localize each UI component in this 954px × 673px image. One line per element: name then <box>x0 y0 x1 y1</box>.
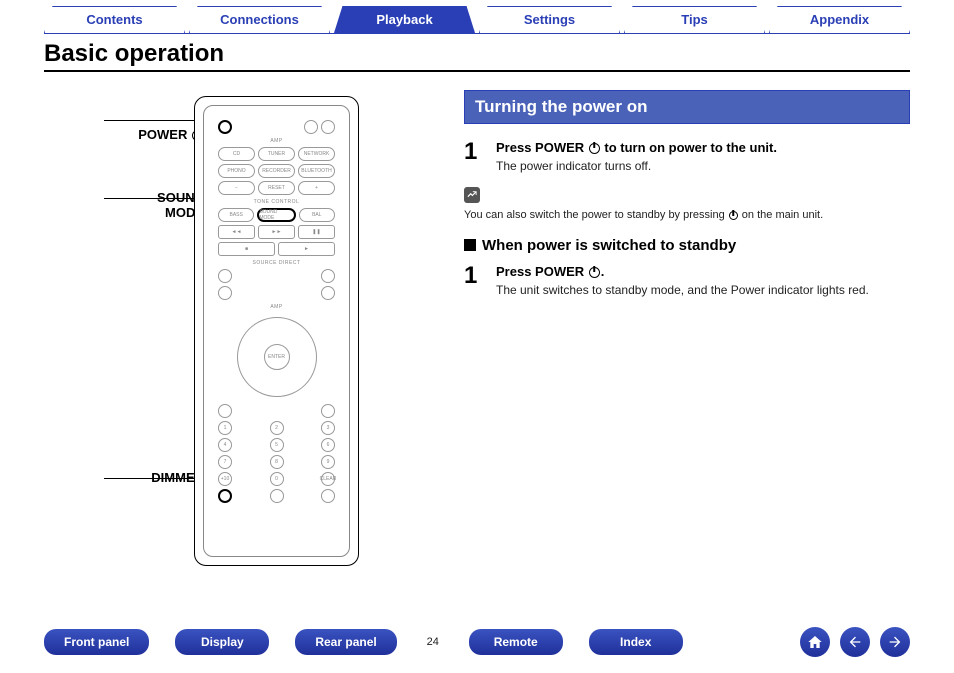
section-header-power-on: Turning the power on <box>464 90 910 124</box>
step-number: 1 <box>464 140 486 173</box>
tab-settings[interactable]: Settings <box>479 6 620 33</box>
step-title: Press POWER . <box>496 264 910 279</box>
step-power-on: 1 Press POWER to turn on power to the un… <box>464 140 910 173</box>
step-text: The power indicator turns off. <box>496 159 910 173</box>
nav-remote[interactable]: Remote <box>469 629 563 655</box>
tab-connections[interactable]: Connections <box>189 6 330 33</box>
tab-tips[interactable]: Tips <box>624 6 765 33</box>
power-icon <box>729 211 738 220</box>
nav-display[interactable]: Display <box>175 629 269 655</box>
bottom-nav-bar: Front panel Display Rear panel 24 Remote… <box>44 627 910 657</box>
remote-diagram: POWER SOUND MODE DIMMER AMP CDTUNERNETWO… <box>44 86 444 566</box>
tab-playback[interactable]: Playback <box>334 6 475 33</box>
tab-contents[interactable]: Contents <box>44 6 185 33</box>
note-text: You can also switch the power to standby… <box>464 209 910 221</box>
next-icon[interactable] <box>880 627 910 657</box>
nav-rear-panel[interactable]: Rear panel <box>295 629 396 655</box>
home-icon[interactable] <box>800 627 830 657</box>
nav-front-panel[interactable]: Front panel <box>44 629 149 655</box>
subsection-standby-header: When power is switched to standby <box>464 237 910 254</box>
page-number: 24 <box>423 636 443 648</box>
page-title: Basic operation <box>44 40 910 72</box>
step-title: Press POWER to turn on power to the unit… <box>496 140 910 155</box>
prev-icon[interactable] <box>840 627 870 657</box>
tab-appendix[interactable]: Appendix <box>769 6 910 33</box>
step-standby: 1 Press POWER . The unit switches to sta… <box>464 264 910 297</box>
square-bullet-icon <box>464 239 476 251</box>
top-tab-bar: Contents Connections Playback Settings T… <box>0 0 954 33</box>
note-icon <box>464 187 480 203</box>
remote-outline: AMP CDTUNERNETWORK PHONORECORDERBLUETOOT… <box>194 96 359 566</box>
power-icon <box>589 143 600 154</box>
power-icon <box>589 267 600 278</box>
step-text: The unit switches to standby mode, and t… <box>496 283 910 297</box>
nav-index[interactable]: Index <box>589 629 683 655</box>
step-number: 1 <box>464 264 486 297</box>
